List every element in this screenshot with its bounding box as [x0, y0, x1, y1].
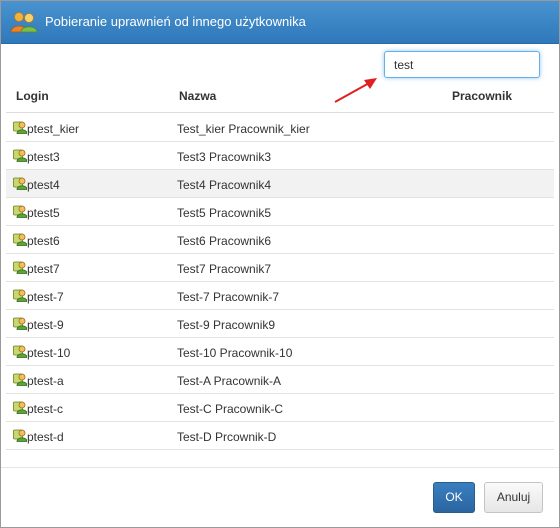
- user-icon: [13, 401, 27, 414]
- user-icon: [13, 373, 27, 386]
- table-row[interactable]: ptest6 Test6 Pracownik6: [6, 226, 554, 254]
- footer-divider: [1, 467, 559, 468]
- cancel-button[interactable]: Anuluj: [484, 482, 543, 513]
- table-row[interactable]: ptest_kier Test_kier Pracownik_kier: [6, 114, 554, 142]
- row-login: ptest6: [27, 234, 60, 248]
- table-row[interactable]: ptest-7 Test-7 Pracownik-7: [6, 282, 554, 310]
- dialog-title: Pobieranie uprawnień od innego użytkowni…: [45, 14, 306, 29]
- table-body: ptest_kier Test_kier Pracownik_kier ptest3…: [6, 114, 554, 450]
- user-icon: [13, 317, 27, 330]
- row-login: ptest-10: [27, 346, 71, 360]
- table-row[interactable]: ptest5 Test5 Pracownik5: [6, 198, 554, 226]
- row-name: Test-D Prcownik-D: [177, 430, 277, 444]
- table-row[interactable]: ptest3 Test3 Pracownik3: [6, 142, 554, 170]
- row-login: ptest_kier: [27, 122, 80, 136]
- header-divider: [6, 112, 554, 113]
- row-login: ptest-a: [27, 374, 64, 388]
- row-name: Test6 Pracownik6: [177, 234, 272, 248]
- user-icon: [13, 345, 27, 358]
- row-login: ptest-7: [27, 290, 64, 304]
- row-name: Test3 Pracownik3: [177, 150, 272, 164]
- row-login: ptest5: [27, 206, 60, 220]
- row-name: Test-C Pracownik-C: [177, 402, 284, 416]
- row-name: Test-9 Pracownik9: [177, 318, 276, 332]
- row-name: Test5 Pracownik5: [177, 206, 272, 220]
- row-name: Test-7 Pracownik-7: [177, 290, 280, 304]
- dialog-titlebar[interactable]: Pobieranie uprawnień od innego użytkowni…: [1, 1, 559, 44]
- user-icon: [13, 149, 27, 162]
- user-icon: [13, 261, 27, 274]
- row-login: ptest-c: [27, 402, 64, 416]
- user-icon: [13, 205, 27, 218]
- table-row[interactable]: ptest7 Test7 Pracownik7: [6, 254, 554, 282]
- row-login: ptest-d: [27, 430, 64, 444]
- row-name: Test7 Pracownik7: [177, 262, 272, 276]
- row-name: Test-A Pracownik-A: [177, 374, 282, 388]
- table-row[interactable]: ptest-9 Test-9 Pracownik9: [6, 310, 554, 338]
- search-input[interactable]: [384, 51, 540, 78]
- column-header-nazwa[interactable]: Nazwa: [179, 89, 216, 103]
- user-icon: [13, 289, 27, 302]
- row-login: ptest-9: [27, 318, 64, 332]
- row-name: Test-10 Pracownik-10: [177, 346, 293, 360]
- table-row[interactable]: ptest-c Test-C Pracownik-C: [6, 394, 554, 422]
- user-icon: [13, 429, 27, 442]
- users-icon: [10, 12, 38, 33]
- column-header-login[interactable]: Login: [16, 89, 49, 103]
- table-row[interactable]: ptest-a Test-A Pracownik-A: [6, 366, 554, 394]
- table-row[interactable]: ptest-d Test-D Prcownik-D: [6, 422, 554, 450]
- dialog: Pobieranie uprawnień od innego użytkowni…: [0, 0, 560, 528]
- column-header-pracownik[interactable]: Pracownik: [452, 89, 512, 103]
- user-icon: [13, 121, 27, 134]
- row-name: Test4 Pracownik4: [177, 178, 272, 192]
- row-login: ptest7: [27, 262, 60, 276]
- row-login: ptest3: [27, 150, 60, 164]
- user-icon: [13, 177, 27, 190]
- user-icon: [13, 233, 27, 246]
- table-row[interactable]: ptest4 Test4 Pracownik4: [6, 170, 554, 198]
- row-name: Test_kier Pracownik_kier: [177, 122, 310, 136]
- table-row[interactable]: ptest-10 Test-10 Pracownik-10: [6, 338, 554, 366]
- ok-button[interactable]: OK: [433, 482, 475, 513]
- row-login: ptest4: [27, 178, 60, 192]
- table-header: Login Nazwa Pracownik: [6, 85, 554, 109]
